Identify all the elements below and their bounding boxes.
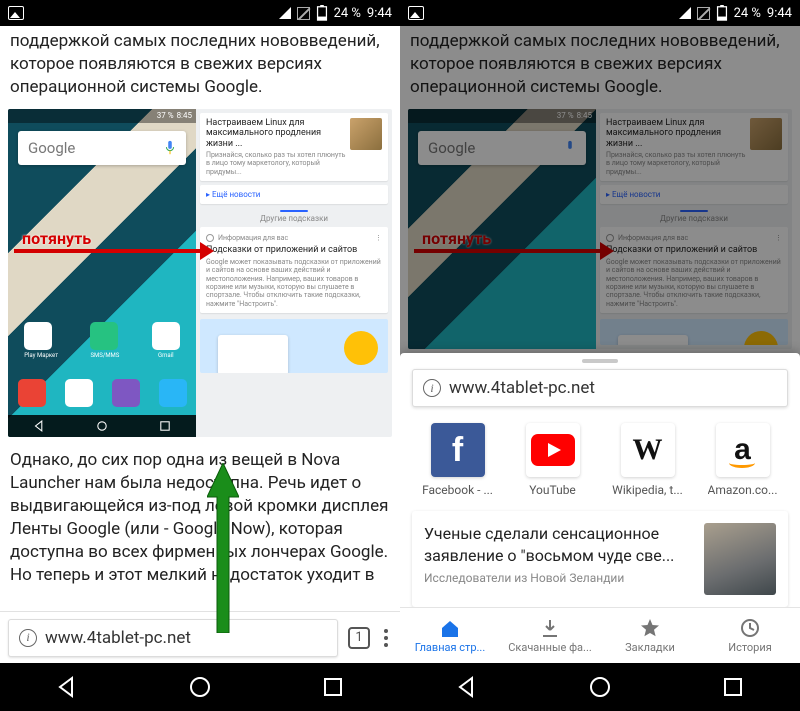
drag-handle[interactable] <box>582 359 618 363</box>
star-icon <box>639 617 661 639</box>
back-button[interactable] <box>54 674 80 700</box>
site-info-icon[interactable]: i <box>423 379 441 397</box>
image-notification-icon <box>408 6 424 20</box>
news-card[interactable]: Ученые сделали сенсационное заявление о … <box>412 511 788 607</box>
composite-screenshot: 37 %8:45 Google потянуть Play Маркет SMS/… <box>8 109 392 437</box>
news-thumbnail <box>704 523 776 595</box>
app-icon <box>24 322 52 350</box>
download-icon <box>539 617 561 639</box>
article-mid-text: Однако, до сих пор одна из вещей в Nova … <box>0 445 400 595</box>
site-label: Facebook - ... <box>422 483 493 497</box>
chrome-toolbar: i www.4tablet-pc.net 1 <box>0 611 400 663</box>
tab-history[interactable]: История <box>700 608 800 663</box>
site-label: YouTube <box>529 483 576 497</box>
status-time: 9:44 <box>767 6 792 21</box>
site-label: Amazon.co... <box>708 483 778 497</box>
mic-icon <box>164 140 176 156</box>
battery-icon <box>716 5 728 21</box>
recents-button[interactable] <box>720 674 746 700</box>
mini-time: 8:45 <box>177 111 192 120</box>
image-notification-icon <box>8 6 24 20</box>
site-am[interactable]: a Amazon.co... <box>703 423 783 497</box>
site-label: Wikipedia, t... <box>612 483 683 497</box>
app-label: SMS/MMS <box>90 352 119 359</box>
fb-icon: f <box>431 423 485 477</box>
tab-home[interactable]: Главная стр... <box>400 608 500 663</box>
mini-navbar <box>8 415 196 437</box>
app-icon <box>65 379 93 407</box>
page-content[interactable]: поддержкой самых последних нововведений,… <box>0 26 400 663</box>
google-search-pill: Google <box>18 131 186 165</box>
system-navbar <box>400 663 800 711</box>
article-top-text: поддержкой самых последних нововведений,… <box>400 26 800 107</box>
app-icon <box>159 379 187 407</box>
back-button[interactable] <box>454 674 480 700</box>
battery-icon <box>316 5 328 21</box>
status-bar: 24 % 9:44 <box>400 0 800 26</box>
app-label: Play Маркет <box>24 352 58 359</box>
yt-icon <box>526 423 580 477</box>
tab-count: 1 <box>355 630 362 645</box>
status-bar: 24 % 9:44 <box>0 0 400 26</box>
site-yt[interactable]: YouTube <box>513 423 593 497</box>
top-sites: f Facebook - ... YouTube W Wikipedia, t... aA… <box>400 417 800 505</box>
wifi-icon <box>679 7 691 19</box>
launcher-preview: 37 %8:45 Google потянуть Play Маркет SMS/… <box>8 109 196 437</box>
tab-label: Скачанные фа... <box>508 641 592 654</box>
tab-download[interactable]: Скачанные фа... <box>500 608 600 663</box>
tab-star[interactable]: Закладки <box>600 608 700 663</box>
omnibox[interactable]: i www.4tablet-pc.net <box>8 619 338 657</box>
news-source: Исследователи из Новой Зеландии <box>424 570 694 586</box>
bottom-tabs: Главная стр... Скачанные фа... Закладки Ист… <box>400 607 800 663</box>
url-text: www.4tablet-pc.net <box>45 628 191 648</box>
composite-screenshot: 37 %8:45 Google потянуть Настраиваем Lin… <box>408 109 792 349</box>
app-icon <box>18 379 46 407</box>
app-row-2 <box>8 379 196 407</box>
screen-right: 24 % 9:44 поддержкой самых последних нов… <box>400 0 800 711</box>
mini-battery: 37 % <box>157 111 174 120</box>
home-button[interactable] <box>587 674 613 700</box>
tab-label: Закладки <box>625 641 675 654</box>
article-top-text: поддержкой самых последних нововведений,… <box>0 26 400 107</box>
menu-icon[interactable] <box>380 625 392 651</box>
omnibox[interactable]: i www.4tablet-pc.net <box>412 369 788 407</box>
wk-icon: W <box>621 423 675 477</box>
app-label: Gmail <box>152 352 180 359</box>
pull-arrow <box>14 249 202 253</box>
url-text: www.4tablet-pc.net <box>449 378 595 398</box>
google-logo: Google <box>28 139 75 157</box>
system-navbar <box>0 663 400 711</box>
app-icon <box>112 379 140 407</box>
no-sim-icon <box>697 7 710 20</box>
battery-percent: 24 % <box>734 6 761 21</box>
tab-label: История <box>728 641 772 654</box>
site-wk[interactable]: W Wikipedia, t... <box>608 423 688 497</box>
news-title: Ученые сделали сенсационное заявление о … <box>424 523 694 566</box>
tab-switcher[interactable]: 1 <box>348 627 370 649</box>
status-time: 9:44 <box>367 6 392 21</box>
new-tab-sheet[interactable]: i www.4tablet-pc.net f Facebook - ... YouT… <box>400 353 800 663</box>
screen-left: 24 % 9:44 поддержкой самых последних нов… <box>0 0 400 711</box>
tab-label: Главная стр... <box>415 641 485 654</box>
site-fb[interactable]: f Facebook - ... <box>418 423 498 497</box>
home-icon <box>439 617 461 639</box>
home-button[interactable] <box>187 674 213 700</box>
history-icon <box>739 617 761 639</box>
google-now-preview: Настраиваем Linux для максимального прод… <box>196 109 392 437</box>
app-icon <box>90 322 118 350</box>
app-row-1: Play Маркет SMS/MMS Gmail <box>8 322 196 359</box>
recents-button[interactable] <box>320 674 346 700</box>
app-icon <box>152 322 180 350</box>
no-sim-icon <box>297 7 310 20</box>
pull-label: потянуть <box>22 229 91 248</box>
am-icon: a <box>716 423 770 477</box>
site-info-icon[interactable]: i <box>19 629 37 647</box>
battery-percent: 24 % <box>334 6 361 21</box>
wifi-icon <box>279 7 291 19</box>
launcher-preview: 37 %8:45 Google потянуть <box>408 109 596 349</box>
